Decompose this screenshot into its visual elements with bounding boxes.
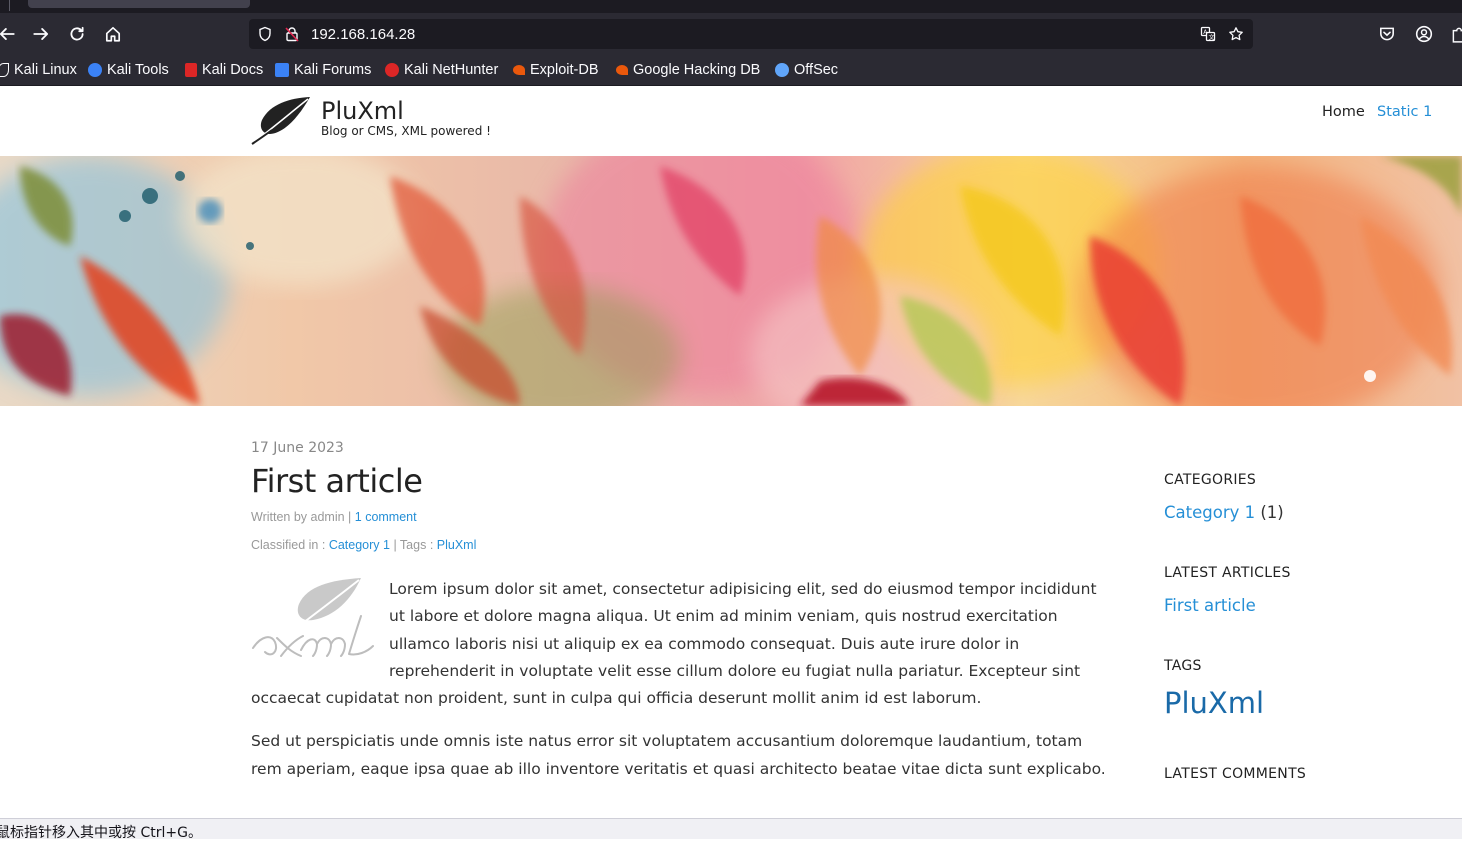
sidebar: CATEGORIES Category 1 (1) LATEST ARTICLE… <box>1164 472 1444 825</box>
tag-link[interactable]: PluXml <box>437 538 477 552</box>
kali-tools-icon <box>88 63 102 77</box>
comments-link[interactable]: 1 comment <box>355 510 417 524</box>
bookmark-offsec[interactable]: OffSec <box>775 61 838 79</box>
bookmark-exploit-db[interactable]: Exploit-DB <box>513 61 599 79</box>
article-date: 17 June 2023 <box>251 440 344 456</box>
latest-comments-block: LATEST COMMENTS <box>1164 766 1444 782</box>
category-item: Category 1 (1) <box>1164 503 1444 522</box>
address-bar[interactable]: 192.168.164.28 A文 <box>249 19 1253 49</box>
bookmark-label: Exploit-DB <box>530 62 599 78</box>
article-title[interactable]: First article <box>251 462 1111 500</box>
article-paragraph-2: Sed ut perspiciatis unde omnis iste natu… <box>251 732 1106 778</box>
bookmark-label: Kali Docs <box>202 62 264 78</box>
tags-heading: TAGS <box>1164 658 1202 674</box>
bookmark-google-hacking-db[interactable]: Google Hacking DB <box>616 61 760 79</box>
latest-articles-block: LATEST ARTICLES First article <box>1164 565 1444 615</box>
forward-button[interactable] <box>28 21 54 47</box>
kali-forums-icon <box>275 63 289 77</box>
author-text: Written by admin <box>251 510 345 524</box>
bookmark-label: OffSec <box>794 62 839 78</box>
bookmarks-toolbar: Kali Linux Kali Tools Kali Docs Kali For… <box>0 55 1462 86</box>
pocket-icon <box>1380 27 1394 41</box>
navigation-toolbar: 192.168.164.28 A文 <box>0 13 1462 55</box>
home-button[interactable] <box>100 21 126 47</box>
bookmark-label: Kali Linux <box>14 62 77 78</box>
url-text[interactable]: 192.168.164.28 <box>311 26 415 43</box>
reload-icon <box>70 26 84 41</box>
autumn-leaves-illustration <box>0 156 1462 406</box>
latest-articles-heading: LATEST ARTICLES <box>1164 565 1291 581</box>
leaf-logo-icon[interactable] <box>250 96 312 146</box>
article-classification: Classified in : Category 1 | Tags : PluX… <box>251 538 1111 552</box>
status-bar: 鼠标指针移入其中或按 Ctrl+G。 <box>0 818 1462 841</box>
menu-home[interactable]: Home <box>1322 104 1365 120</box>
reload-button[interactable] <box>64 21 90 47</box>
tags-block: TAGS PluXml <box>1164 658 1444 720</box>
article-byline: Written by admin | 1 comment <box>251 510 1111 524</box>
article-body: Lorem ipsum dolor sit amet, consectetur … <box>251 576 1111 783</box>
classified-label: Classified in : <box>251 538 329 552</box>
forward-arrow-icon <box>33 28 49 40</box>
bookmark-kali-linux[interactable]: Kali Linux <box>0 61 77 79</box>
back-button[interactable] <box>0 21 20 47</box>
insecure-lock-icon[interactable] <box>283 25 301 43</box>
article: 17 June 2023 First article Written by ad… <box>251 440 1111 799</box>
category-link[interactable]: Category 1 <box>329 538 390 552</box>
kali-dragon-icon <box>0 63 9 77</box>
account-icon <box>1415 25 1433 43</box>
bookmark-kali-nethunter[interactable]: Kali NetHunter <box>385 61 498 79</box>
status-text: 鼠标指针移入其中或按 Ctrl+G。 <box>0 825 202 841</box>
extensions-button[interactable] <box>1446 21 1462 47</box>
sidebar-tag-link[interactable]: PluXml <box>1164 686 1264 720</box>
kali-docs-icon <box>185 63 197 77</box>
puzzle-icon <box>1452 27 1462 43</box>
offsec-icon <box>775 63 789 77</box>
category-count: (1) <box>1255 503 1284 522</box>
bookmark-star-icon[interactable] <box>1227 25 1245 43</box>
latest-comments-heading: LATEST COMMENTS <box>1164 766 1307 782</box>
header-banner-image <box>0 156 1462 406</box>
pluxml-logo-thumbnail <box>252 578 374 657</box>
bookmark-kali-tools[interactable]: Kali Tools <box>88 61 169 79</box>
tab-divider <box>9 0 10 11</box>
site-title[interactable]: PluXml <box>321 97 404 125</box>
svg-text:文: 文 <box>1209 33 1215 41</box>
article-paragraph-1: Lorem ipsum dolor sit amet, consectetur … <box>251 580 1097 708</box>
ghdb-icon <box>616 65 628 75</box>
categories-block: CATEGORIES Category 1 (1) <box>1164 472 1444 522</box>
exploit-db-icon <box>513 65 525 75</box>
latest-article-item: First article <box>1164 596 1444 615</box>
nethunter-icon <box>385 63 399 77</box>
bookmark-label: Kali Tools <box>107 62 169 78</box>
shield-icon[interactable] <box>256 25 274 43</box>
bookmark-kali-docs[interactable]: Kali Docs <box>185 61 263 79</box>
latest-article-link[interactable]: First article <box>1164 596 1256 615</box>
translate-icon[interactable]: A文 <box>1199 25 1217 43</box>
back-arrow-icon <box>0 28 15 40</box>
meta-separator: | <box>344 510 355 524</box>
tags-label: | Tags : <box>389 538 437 552</box>
bookmark-label: Google Hacking DB <box>633 62 761 78</box>
bookmark-label: Kali NetHunter <box>404 62 499 78</box>
site-subtitle: Blog or CMS, XML powered ! <box>321 124 491 138</box>
home-icon <box>105 26 121 42</box>
active-tab[interactable] <box>28 0 250 8</box>
categories-heading: CATEGORIES <box>1164 472 1257 488</box>
pocket-button[interactable] <box>1374 21 1400 47</box>
tab-strip <box>0 0 1462 13</box>
menu-static-1[interactable]: Static 1 <box>1377 104 1432 120</box>
sidebar-category-link[interactable]: Category 1 <box>1164 503 1255 522</box>
account-button[interactable] <box>1411 21 1437 47</box>
bookmark-kali-forums[interactable]: Kali Forums <box>275 61 371 79</box>
bookmark-label: Kali Forums <box>294 62 372 78</box>
site-header: PluXml Blog or CMS, XML powered ! Home S… <box>0 86 1462 156</box>
